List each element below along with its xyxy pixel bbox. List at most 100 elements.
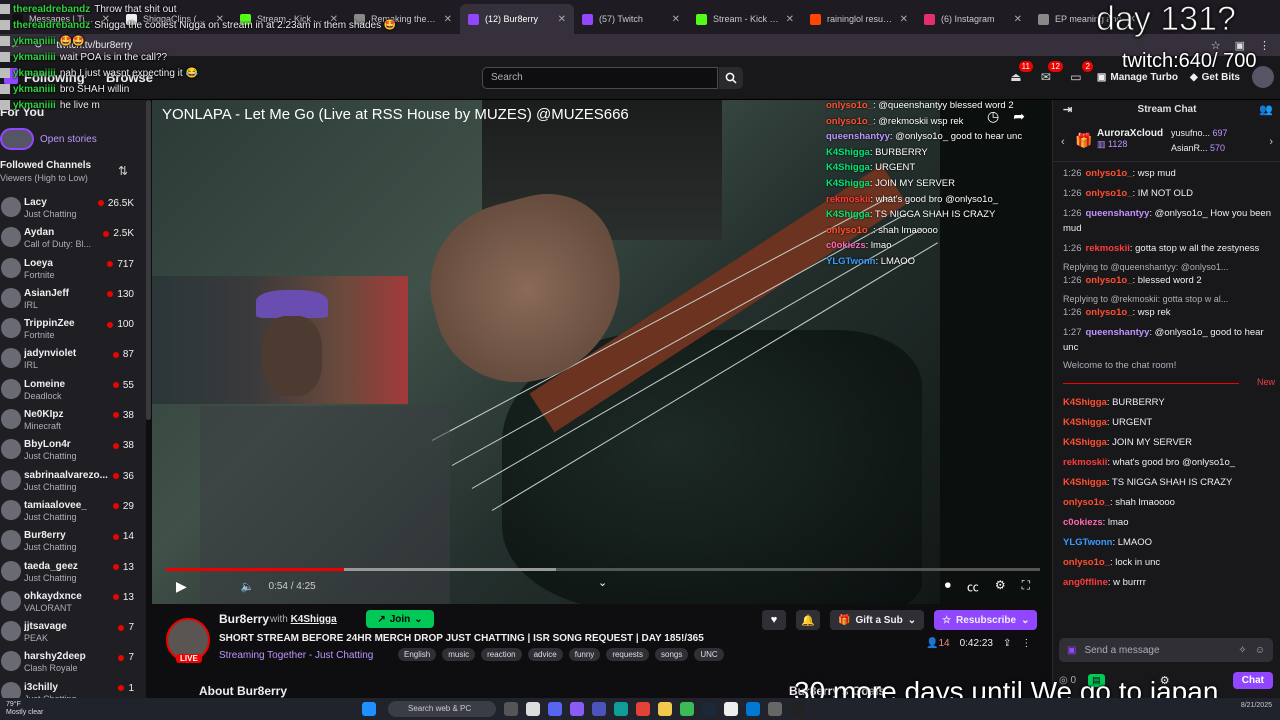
followed-channel-item[interactable]: Loeya Fortnite 717 bbox=[0, 254, 140, 284]
close-tab-icon[interactable]: ✕ bbox=[1014, 14, 1022, 25]
followed-channel-item[interactable]: tamiaalovee_ Just Chatting 29 bbox=[0, 496, 140, 526]
close-tab-icon[interactable]: ✕ bbox=[672, 14, 680, 25]
app-icon[interactable] bbox=[526, 702, 540, 716]
cohost-name[interactable]: K4Shigga bbox=[291, 614, 337, 625]
notification-bell-button[interactable]: 🔔 bbox=[796, 610, 820, 630]
sidebar-scrollbar[interactable] bbox=[146, 100, 151, 420]
tag-chip[interactable]: reaction bbox=[481, 648, 522, 661]
followed-channel-item[interactable]: jadynviolet IRL 87 bbox=[0, 344, 140, 374]
followed-channel-item[interactable]: Bur8erry Just Chatting 14 bbox=[0, 526, 140, 556]
followed-channel-item[interactable]: jjtsavage PEAK 7 bbox=[0, 617, 140, 647]
browser-tab[interactable]: raininglol results o ✕ bbox=[802, 4, 916, 34]
taskbar-search[interactable]: Search web & PC bbox=[388, 701, 496, 717]
sparkle-icon[interactable]: ✧ bbox=[1238, 645, 1246, 656]
community-icon[interactable]: 👥 bbox=[1259, 103, 1273, 116]
steam-icon[interactable] bbox=[702, 702, 716, 716]
share-icon[interactable]: ⇪ bbox=[1003, 638, 1011, 649]
tag-chip[interactable]: songs bbox=[655, 648, 689, 661]
followed-channel-item[interactable]: ohkaydxnce VALORANT 13 bbox=[0, 587, 140, 617]
followed-channel-item[interactable]: AsianJeff IRL 130 bbox=[0, 284, 140, 314]
captions-icon[interactable]: ㏄ bbox=[967, 578, 979, 595]
teams-icon[interactable] bbox=[592, 702, 606, 716]
viewer-count: 7 bbox=[118, 652, 134, 663]
tag-chip[interactable]: UNC bbox=[694, 648, 724, 661]
tag-chip[interactable]: funny bbox=[568, 648, 601, 661]
app-icon[interactable] bbox=[768, 702, 782, 716]
collapse-chat-icon[interactable]: ⇥ bbox=[1063, 103, 1072, 116]
manage-turbo-button[interactable]: ▣ Manage Turbo bbox=[1097, 72, 1178, 83]
video-progress-bar[interactable] bbox=[166, 568, 1040, 571]
edge-icon[interactable] bbox=[614, 702, 628, 716]
volume-icon[interactable]: 🔈 bbox=[241, 580, 255, 593]
viewer-count: 717 bbox=[107, 259, 134, 270]
play-icon[interactable]: ▶ bbox=[176, 578, 187, 595]
stream-chat: ⇥ Stream Chat 👥 ‹ 🎁 AuroraXcloud ▥ 1128 y… bbox=[1052, 100, 1280, 698]
close-tab-icon[interactable]: ✕ bbox=[444, 14, 452, 25]
chat-message: 1:27 queenshantyy: @onlyso1o_ good to hea… bbox=[1063, 327, 1264, 353]
followed-channel-item[interactable]: harshy2deep Clash Royale 7 bbox=[0, 647, 140, 677]
search-button[interactable] bbox=[719, 67, 743, 89]
tag-chip[interactable]: requests bbox=[606, 648, 649, 661]
chat-input[interactable]: ▣ Send a message ✧ ☺ bbox=[1059, 638, 1273, 662]
followed-channel-item[interactable]: BbyLon4r Just Chatting 38 bbox=[0, 435, 140, 465]
followed-channel-item[interactable]: Aydan Call of Duty: Bl... 2.5K bbox=[0, 223, 140, 253]
chrome-icon[interactable] bbox=[636, 702, 650, 716]
chat-send-button[interactable]: Chat bbox=[1232, 671, 1273, 689]
discord-icon[interactable] bbox=[548, 702, 562, 716]
close-tab-icon[interactable]: ✕ bbox=[900, 14, 908, 25]
browser-tab[interactable]: (6) Instagram ✕ bbox=[916, 4, 1030, 34]
whisper-icon[interactable]: ▭ 2 bbox=[1067, 61, 1093, 86]
browser-tab[interactable]: (57) Twitch ✕ bbox=[574, 4, 688, 34]
app-icon[interactable] bbox=[504, 702, 518, 716]
gift-sub-button[interactable]: 🎁 Gift a Sub ⌄ bbox=[830, 610, 925, 630]
tab-favicon-icon bbox=[696, 13, 707, 25]
sort-icon[interactable]: ⇅ bbox=[118, 164, 128, 178]
get-bits-button[interactable]: ◆ Get Bits bbox=[1190, 72, 1240, 83]
more-options-icon[interactable]: ⋮ bbox=[1021, 638, 1031, 649]
follow-heart-button[interactable]: ♥ bbox=[762, 610, 786, 630]
settings-icon[interactable]: ⚙ bbox=[995, 578, 1006, 595]
followed-channel-item[interactable]: taeda_geez Just Chatting 13 bbox=[0, 557, 140, 587]
chevron-right-icon[interactable]: › bbox=[1269, 136, 1273, 148]
followed-channel-item[interactable]: TrippinZee Fortnite 100 bbox=[0, 314, 140, 344]
overlay-chat-line: thereaIdrebandz Shigga the coolest Nigga … bbox=[0, 20, 396, 36]
followed-channel-item[interactable]: Lacy Just Chatting 26.5K bbox=[0, 193, 140, 223]
emote-icon[interactable]: ☺ bbox=[1255, 645, 1265, 656]
browser-tab[interactable]: Stream - Kick Dash ✕ bbox=[688, 4, 802, 34]
app-icon[interactable] bbox=[570, 702, 584, 716]
crown-icon[interactable]: ⏏ 11 bbox=[1007, 61, 1033, 86]
inbox-icon[interactable]: ✉ 12 bbox=[1037, 61, 1063, 86]
resubscribe-button[interactable]: ☆ Resubscribe ⌄ bbox=[934, 610, 1038, 630]
app-icon[interactable] bbox=[790, 702, 804, 716]
menu-icon[interactable]: ⋮ bbox=[1259, 39, 1270, 52]
browser-tab[interactable]: (12) Bur8erry ✕ bbox=[460, 4, 574, 34]
channel-name: jadynviolet bbox=[24, 348, 77, 360]
close-tab-icon[interactable]: ✕ bbox=[786, 14, 794, 25]
followed-channel-item[interactable]: Ne0KIpz Minecraft 38 bbox=[0, 405, 140, 435]
open-stories-button[interactable]: Open stories bbox=[0, 128, 97, 150]
chevron-left-icon[interactable]: ‹ bbox=[1061, 136, 1065, 148]
tag-chip[interactable]: English bbox=[398, 648, 437, 661]
close-tab-icon[interactable]: ✕ bbox=[558, 14, 566, 25]
folder-icon[interactable] bbox=[658, 702, 672, 716]
tag-chip[interactable]: advice bbox=[527, 648, 563, 661]
chevron-down-icon[interactable]: ⌄ bbox=[598, 576, 607, 589]
toggle-icon[interactable]: ⏺ bbox=[945, 578, 951, 595]
taskbar-clock[interactable]: 8/21/2025 bbox=[1241, 702, 1272, 710]
app-icon[interactable] bbox=[724, 702, 738, 716]
app-icon[interactable] bbox=[746, 702, 760, 716]
live-dot-icon bbox=[112, 594, 119, 601]
followed-channel-item[interactable]: sabrinaalvarezo... Just Chatting 36 bbox=[0, 466, 140, 496]
channel-name[interactable]: Bur8erry bbox=[219, 612, 269, 626]
search-input[interactable]: Search bbox=[482, 67, 718, 89]
fullscreen-icon[interactable]: ⛶ bbox=[1022, 578, 1030, 595]
stream-category[interactable]: Streaming Together - Just Chatting bbox=[219, 650, 373, 661]
weather-widget[interactable]: 79°F Mostly clear bbox=[6, 701, 43, 717]
channel-avatar bbox=[1, 197, 21, 217]
tag-chip[interactable]: music bbox=[442, 648, 476, 661]
followed-channel-item[interactable]: Lomeine Deadlock 55 bbox=[0, 375, 140, 405]
start-icon[interactable] bbox=[362, 702, 376, 716]
app-icon[interactable] bbox=[680, 702, 694, 716]
join-button[interactable]: ↗ Join ⌄ bbox=[366, 610, 434, 628]
video-player[interactable]: YONLAPA - Let Me Go (Live at RSS House b… bbox=[152, 100, 1050, 604]
